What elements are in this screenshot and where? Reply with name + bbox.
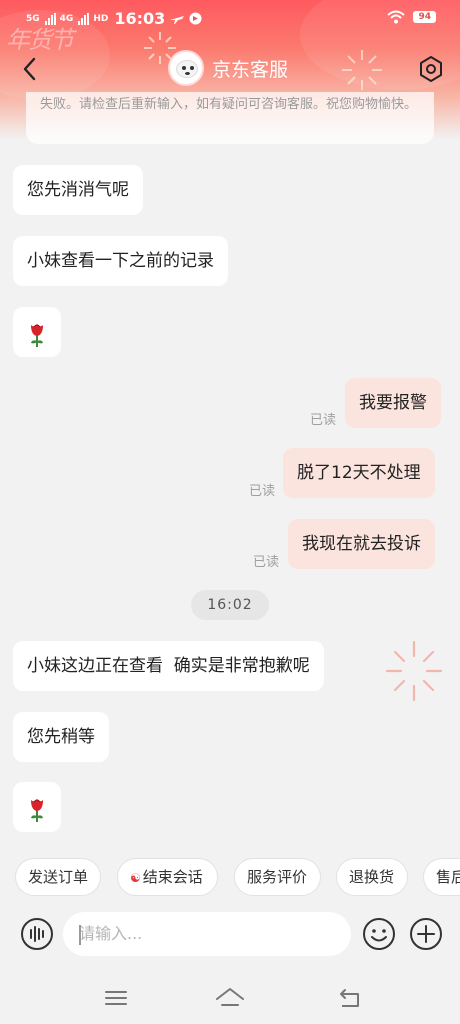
message-text: 您先消消气呢	[27, 180, 129, 200]
chip-label: 发送订单	[28, 868, 89, 886]
network-4g-label: 4G	[59, 13, 74, 24]
message-bubble-outgoing[interactable]: 脱了12天不处理	[283, 448, 435, 498]
signal-icon	[44, 12, 56, 25]
send-order-button[interactable]: 发送订单	[15, 858, 101, 896]
notification-icon	[189, 12, 202, 25]
battery-indicator: 94	[413, 11, 436, 23]
plus-icon[interactable]	[409, 917, 443, 951]
message-text: 我现在就去投诉	[302, 534, 421, 554]
composer: 请输入...	[0, 910, 460, 960]
timestamp-divider: 16:02	[191, 590, 269, 620]
home-icon[interactable]	[214, 982, 246, 1014]
back-nav-icon[interactable]	[334, 982, 366, 1014]
chip-label: 结束会话	[142, 868, 203, 886]
after-sales-button[interactable]: 售后	[423, 858, 460, 896]
message-bubble-incoming[interactable]: 您先消消气呢	[13, 165, 143, 215]
service-rating-button[interactable]: 服务评价	[234, 858, 321, 896]
network-5g-label: 5G	[26, 13, 40, 24]
read-status: 已读	[249, 484, 276, 499]
airplane-icon	[170, 15, 185, 24]
firework-decoration	[385, 640, 443, 702]
emoji-face-icon[interactable]	[362, 917, 396, 951]
chip-label: 服务评价	[247, 868, 308, 886]
chip-label: 退换货	[349, 868, 395, 886]
message-text: 我要报警	[359, 393, 427, 413]
avatar	[168, 50, 204, 86]
navigation-bar: 京东客服	[0, 46, 460, 92]
message-bubble-incoming[interactable]	[13, 307, 61, 357]
back-icon[interactable]	[16, 54, 46, 84]
message-text: 小妹查看一下之前的记录	[27, 251, 214, 271]
wifi-icon	[387, 10, 406, 24]
system-navigation-bar	[0, 972, 460, 1024]
message-bubble-incoming[interactable]: 您先稍等	[13, 712, 109, 762]
message-text: 您先稍等	[27, 727, 95, 747]
chip-label: 售后	[436, 868, 460, 886]
message-text: 小妹这边正在查看 确实是非常抱歉呢	[27, 656, 310, 676]
voice-icon[interactable]	[20, 917, 54, 951]
menu-icon[interactable]	[100, 982, 132, 1014]
end-session-button[interactable]: ☯ 结束会话	[117, 858, 218, 896]
read-status: 已读	[310, 413, 337, 428]
notice-text: 失败。请检查后重新输入，如有疑问可咨询客服。祝您购物愉快。	[40, 97, 418, 112]
headset-icon: ☯	[130, 871, 141, 885]
status-bar: 5G 4G HD 16:03 94	[0, 0, 460, 34]
rose-icon	[31, 799, 43, 822]
clock: 16:03	[114, 9, 166, 28]
message-bubble-incoming[interactable]: 小妹查看一下之前的记录	[13, 236, 228, 286]
hd-label: HD	[93, 13, 109, 24]
rose-icon	[31, 324, 43, 347]
input-placeholder: 请输入...	[79, 924, 143, 943]
return-exchange-button[interactable]: 退换货	[336, 858, 408, 896]
system-notice: 失败。请检查后重新输入，如有疑问可咨询客服。祝您购物愉快。	[26, 92, 434, 144]
message-input[interactable]: 请输入...	[63, 912, 351, 956]
message-bubble-outgoing[interactable]: 我现在就去投诉	[288, 519, 435, 569]
text-caret	[79, 925, 81, 945]
signal-icon	[78, 12, 90, 25]
settings-icon[interactable]	[416, 54, 446, 84]
page-title: 京东客服	[212, 58, 289, 81]
read-status: 已读	[253, 555, 280, 570]
message-bubble-outgoing[interactable]: 我要报警	[345, 378, 441, 428]
message-bubble-incoming[interactable]: 小妹这边正在查看 确实是非常抱歉呢	[13, 641, 324, 691]
message-text: 脱了12天不处理	[297, 463, 421, 483]
message-bubble-incoming[interactable]	[13, 782, 61, 832]
quick-actions: 发送订单 ☯结束会话 服务评价 退换货 售后	[0, 858, 460, 896]
chat-title-group: 京东客服	[168, 50, 288, 86]
